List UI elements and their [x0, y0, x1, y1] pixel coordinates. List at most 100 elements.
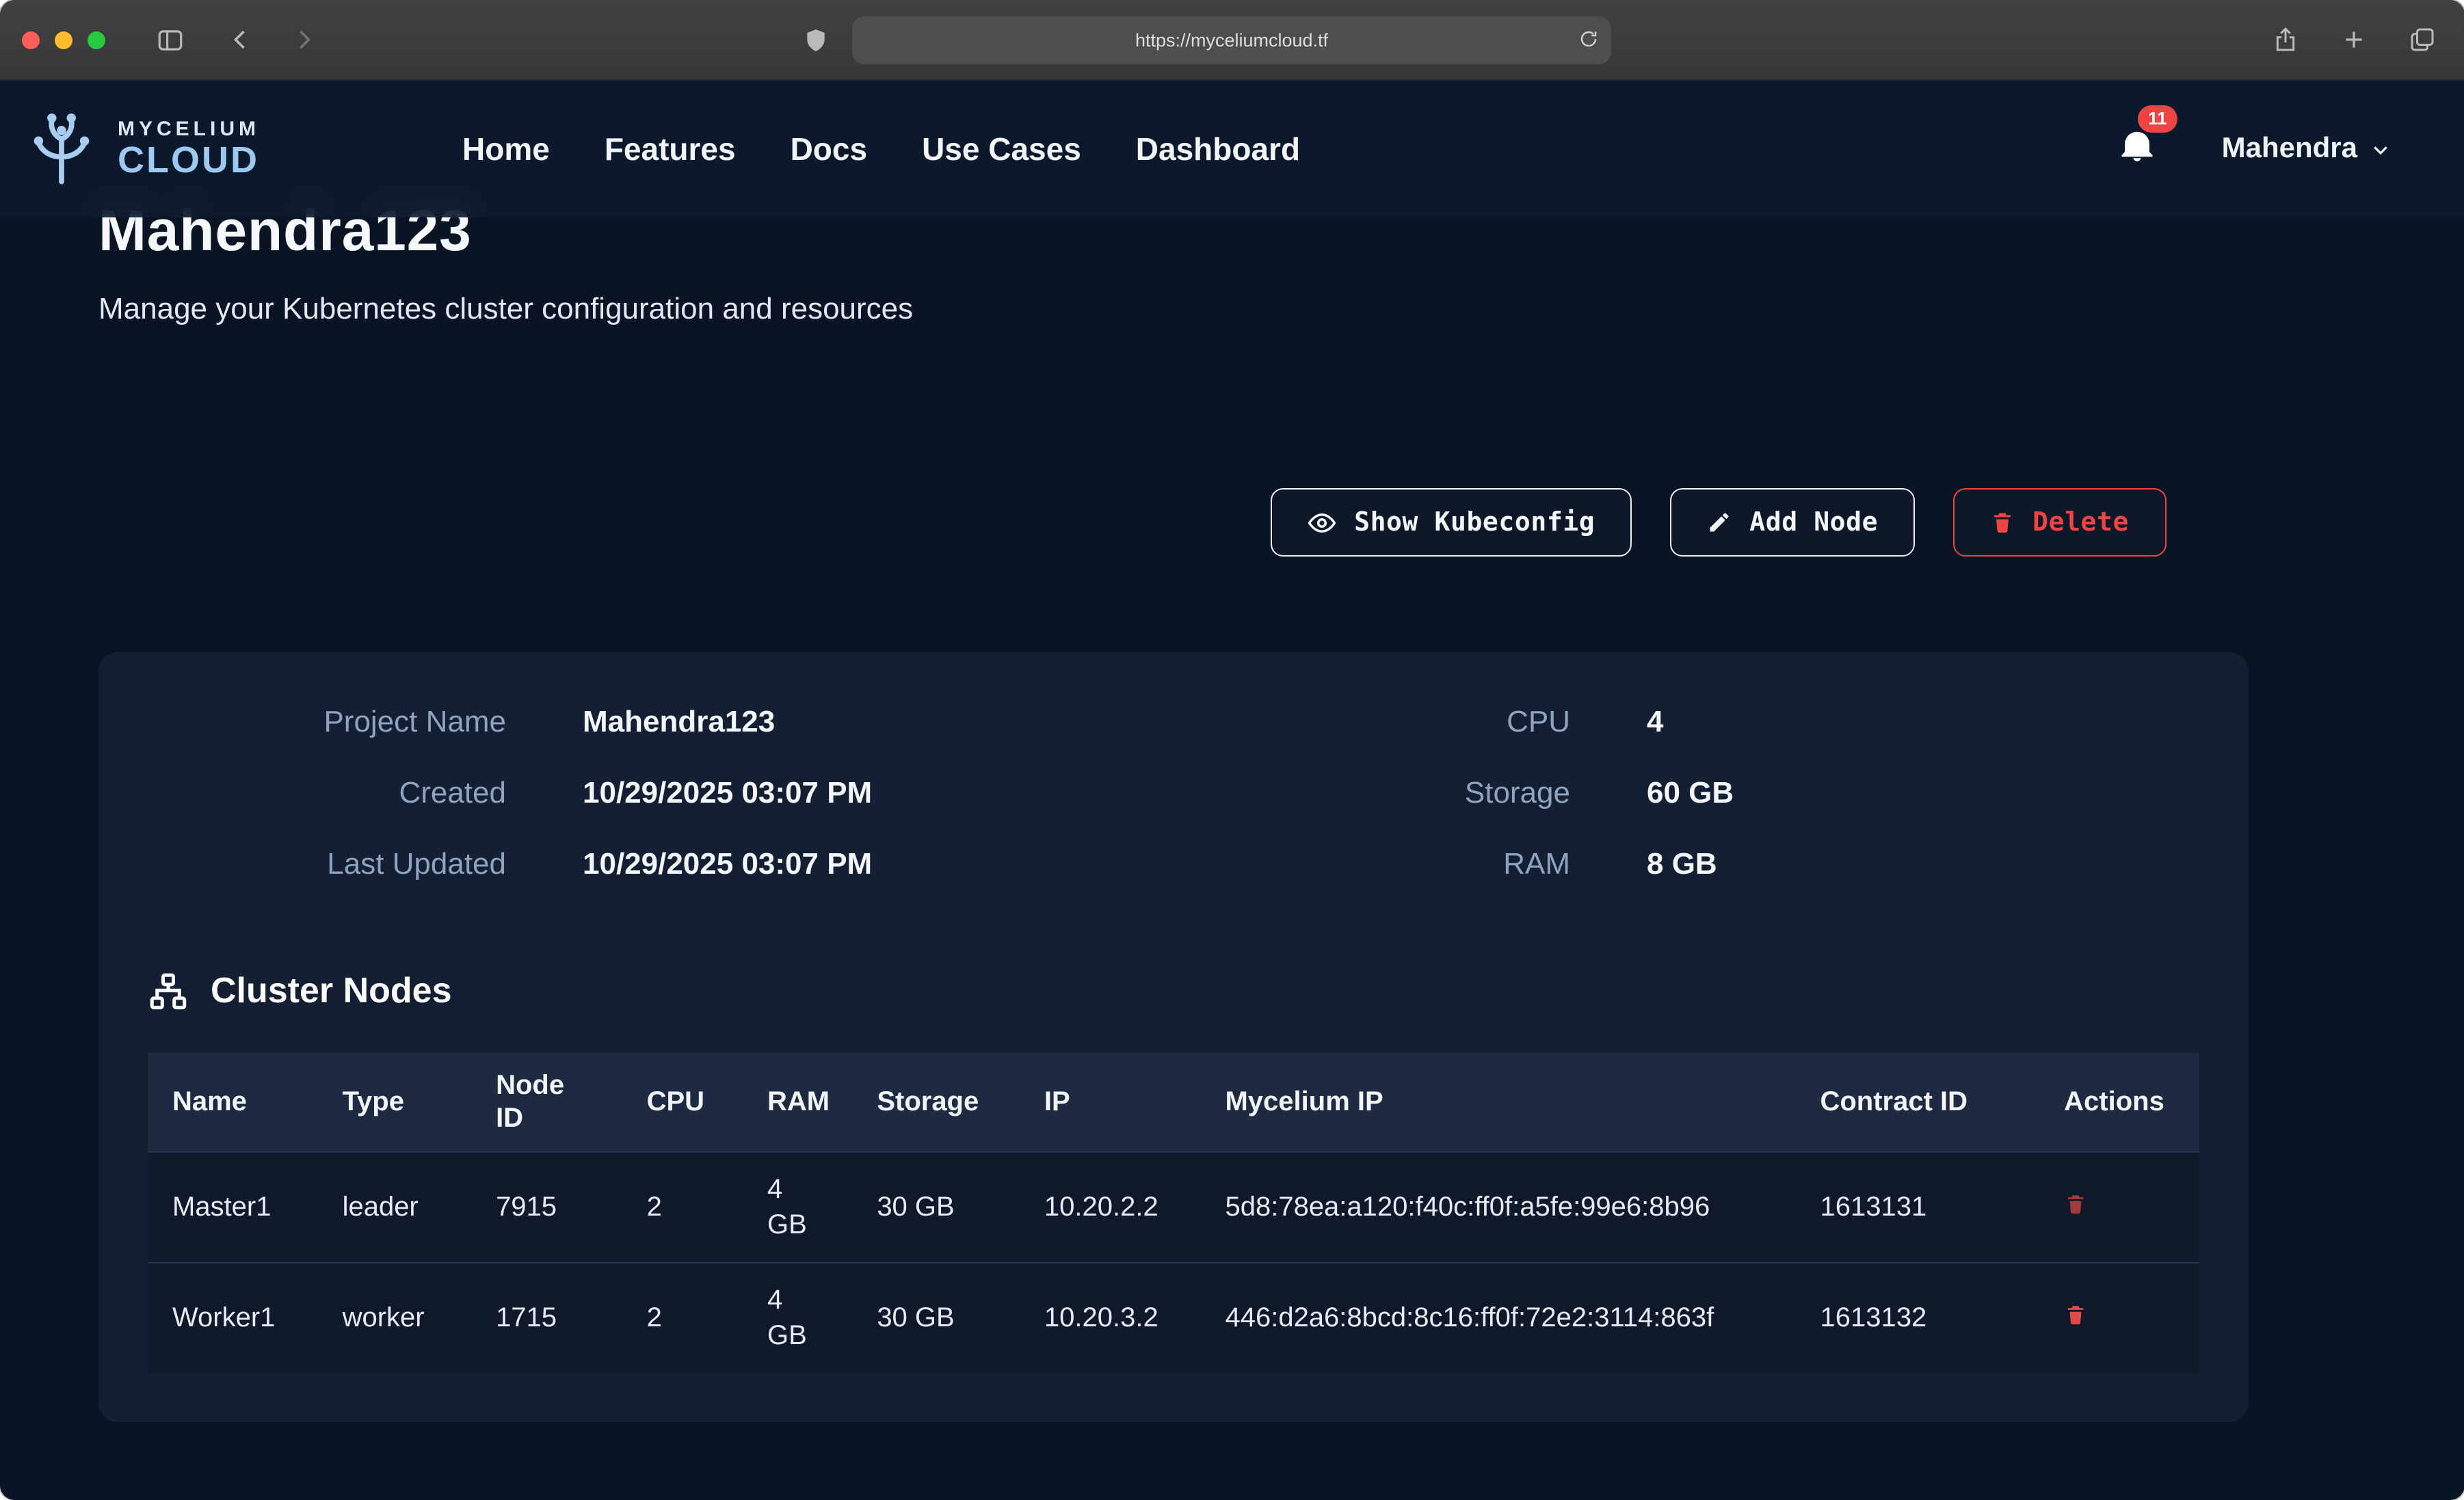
add-node-button[interactable]: Add Node: [1670, 488, 1915, 557]
node-row-worker1: Worker1 worker 1715 2 4 GB 30 GB 10.20.3…: [148, 1263, 2199, 1373]
reload-icon[interactable]: [1578, 28, 1599, 53]
cluster-info-left: Project Name Mahendra123 Created 10/29/2…: [148, 701, 1212, 885]
cluster-info: Project Name Mahendra123 Created 10/29/2…: [148, 701, 2199, 885]
share-icon[interactable]: [2267, 22, 2303, 57]
site-logo[interactable]: MYCELIUM CLOUD: [19, 103, 260, 195]
forward-button: [286, 22, 321, 57]
col-actions: Actions: [2001, 1053, 2199, 1152]
delete-cluster-button[interactable]: Delete: [1953, 488, 2166, 557]
browser-window: https://myceliumcloud.tf: [0, 0, 2464, 1500]
cell-mycelium-ip: 5d8:78ea:a120:f40c:ff0f:a5fe:99e6:8b96: [1200, 1152, 1795, 1263]
cell-type: worker: [318, 1263, 472, 1373]
logo-line-2: CLOUD: [118, 140, 260, 179]
col-name: Name: [148, 1053, 318, 1152]
notifications-button[interactable]: 11: [2119, 127, 2156, 171]
page-subtitle: Manage your Kubernetes cluster configura…: [98, 291, 2248, 327]
nodes-table-header-row: Name Type Node ID CPU RAM Storage IP Myc…: [148, 1053, 2199, 1152]
tab-overview-icon[interactable]: [2404, 22, 2439, 57]
col-node-id: Node ID: [471, 1053, 622, 1152]
info-row: Storage 60 GB: [1212, 773, 2199, 814]
cell-name: Master1: [148, 1152, 318, 1263]
cell-ip: 10.20.2.2: [1020, 1152, 1201, 1263]
cell-name: Worker1: [148, 1263, 318, 1373]
nodes-table: Name Type Node ID CPU RAM Storage IP Myc…: [148, 1053, 2199, 1373]
show-kubeconfig-button[interactable]: Show Kubeconfig: [1271, 488, 1632, 557]
cluster-nodes-title: Cluster Nodes: [211, 969, 452, 1012]
info-value: 60 GB: [1647, 773, 1734, 814]
address-bar-url[interactable]: https://myceliumcloud.tf: [1135, 30, 1328, 51]
zoom-window-button[interactable]: [88, 31, 105, 49]
screenshot-stage: https://myceliumcloud.tf: [0, 0, 2464, 1500]
bell-icon: [2119, 127, 2156, 164]
info-value: 10/29/2025 03:07 PM: [583, 773, 872, 814]
show-kubeconfig-label: Show Kubeconfig: [1354, 507, 1595, 537]
cluster-info-right: CPU 4 Storage 60 GB RAM 8 GB: [1212, 701, 2199, 885]
user-menu[interactable]: Mahendra: [2222, 133, 2390, 165]
delete-node-button[interactable]: [2064, 1303, 2087, 1326]
col-ip: IP: [1020, 1053, 1201, 1152]
site-logo-text: MYCELIUM CLOUD: [118, 119, 260, 179]
chevron-down-icon: [2370, 139, 2390, 159]
close-window-button[interactable]: [22, 31, 40, 49]
window-controls: [22, 31, 105, 49]
address-bar[interactable]: https://myceliumcloud.tf: [852, 16, 1611, 64]
cell-ram: 4 GB: [743, 1152, 852, 1263]
info-label: RAM: [1212, 844, 1570, 885]
cell-node-id: 1715: [471, 1263, 622, 1373]
minimize-window-button[interactable]: [55, 31, 72, 49]
new-tab-icon[interactable]: [2335, 22, 2371, 57]
site-navbar: MYCELIUM CLOUD Home Features Docs Use Ca…: [0, 81, 2464, 217]
trash-icon: [2064, 1192, 2087, 1216]
cell-type: leader: [318, 1152, 472, 1263]
delete-node-button[interactable]: [2064, 1192, 2087, 1216]
info-label: Last Updated: [148, 844, 506, 885]
cell-mycelium-ip: 446:d2a6:8bcd:8c16:ff0f:72e2:3114:863f: [1200, 1263, 1795, 1373]
info-row: Project Name Mahendra123: [148, 701, 1212, 742]
nav-link-dashboard[interactable]: Dashboard: [1136, 131, 1300, 168]
eye-icon: [1308, 508, 1336, 537]
nav-link-home[interactable]: Home: [462, 131, 550, 168]
info-row: Created 10/29/2025 03:07 PM: [148, 773, 1212, 814]
trash-icon: [1990, 510, 2015, 535]
cell-contract-id: 1613132: [1795, 1263, 2001, 1373]
col-mycelium-ip: Mycelium IP: [1200, 1053, 1795, 1152]
nav-link-docs[interactable]: Docs: [791, 131, 868, 168]
info-row: Last Updated 10/29/2025 03:07 PM: [148, 844, 1212, 885]
info-value: 8 GB: [1647, 844, 1717, 885]
sitemap-icon: [148, 970, 189, 1011]
cluster-nodes-header: Cluster Nodes: [148, 969, 2199, 1012]
cell-ip: 10.20.3.2: [1020, 1263, 1201, 1373]
cluster-card: Project Name Mahendra123 Created 10/29/2…: [98, 652, 2248, 1422]
delete-label: Delete: [2032, 507, 2129, 537]
node-row-master1: Master1 leader 7915 2 4 GB 30 GB 10.20.2…: [148, 1152, 2199, 1263]
notification-badge: 11: [2137, 105, 2178, 133]
info-value: 10/29/2025 03:07 PM: [583, 844, 872, 885]
mycelium-logo-icon: [19, 103, 104, 195]
info-row: CPU 4: [1212, 701, 2199, 742]
nav-links: Home Features Docs Use Cases Dashboard: [462, 131, 1300, 168]
cluster-actions: Show Kubeconfig Add Node Delete: [98, 488, 2248, 557]
main-content: Mahendra123 Manage your Kubernetes clust…: [0, 217, 2464, 1500]
chrome-right-buttons: [2267, 22, 2439, 57]
info-label: Project Name: [148, 701, 506, 742]
cell-storage: 30 GB: [852, 1263, 1020, 1373]
col-storage: Storage: [852, 1053, 1020, 1152]
info-value: 4: [1647, 701, 1664, 742]
trash-icon: [2064, 1303, 2087, 1326]
logo-line-1: MYCELIUM: [118, 119, 260, 141]
nav-link-use-cases[interactable]: Use Cases: [922, 131, 1081, 168]
cell-storage: 30 GB: [852, 1152, 1020, 1263]
info-label: CPU: [1212, 701, 1570, 742]
col-cpu: CPU: [622, 1053, 743, 1152]
info-label: Storage: [1212, 773, 1570, 814]
navbar-right: 11 Mahendra: [2119, 127, 2390, 171]
col-ram: RAM: [743, 1053, 852, 1152]
info-value: Mahendra123: [583, 701, 775, 742]
privacy-shield-icon[interactable]: [797, 22, 833, 57]
back-button[interactable]: [223, 22, 259, 57]
pencil-icon: [1707, 510, 1732, 535]
col-type: Type: [318, 1053, 472, 1152]
cell-ram: 4 GB: [743, 1263, 852, 1373]
sidebar-toggle-icon[interactable]: [152, 22, 187, 57]
nav-link-features[interactable]: Features: [605, 131, 736, 168]
